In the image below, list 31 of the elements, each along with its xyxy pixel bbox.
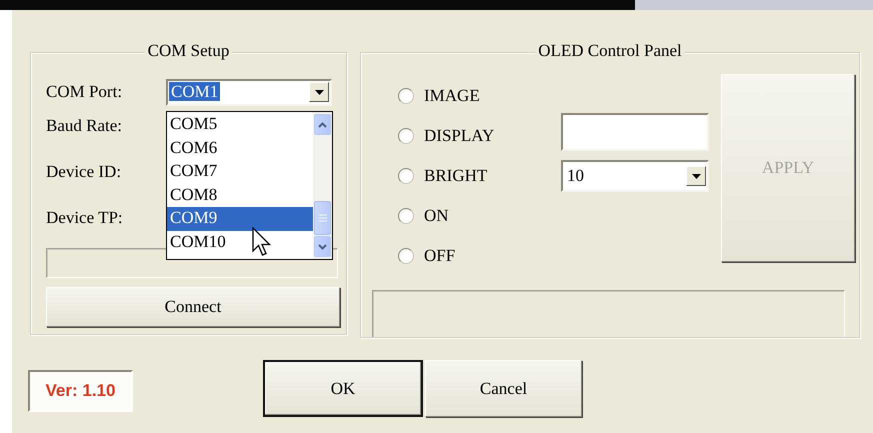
list-item[interactable]: COM6 — [167, 136, 313, 160]
list-item[interactable]: COM5 — [167, 113, 313, 136]
scroll-down-icon[interactable] — [318, 244, 327, 250]
grip-icon — [318, 214, 326, 222]
radio-button[interactable] — [398, 168, 414, 184]
version-label: Ver: 1.10 — [28, 370, 133, 412]
radio-label: OFF — [424, 246, 456, 266]
connect-button[interactable]: Connect — [46, 287, 340, 327]
radio-label: IMAGE — [424, 86, 481, 106]
radio-button[interactable] — [398, 208, 414, 224]
list-item[interactable]: COM10 — [167, 230, 313, 254]
scrollbar[interactable] — [313, 112, 332, 259]
radio-button[interactable] — [398, 128, 414, 144]
field-label: Baud Rate: — [46, 116, 124, 136]
radio-label: ON — [424, 206, 450, 226]
com-port-dropdown[interactable]: COM1 — [166, 78, 332, 106]
display-text-field[interactable] — [561, 113, 709, 151]
field-label: COM Port: — [46, 82, 124, 102]
radio-label: BRIGHT — [424, 166, 488, 186]
field-label: Device TP: — [46, 208, 124, 228]
list-item[interactable]: COM7 — [167, 160, 313, 184]
radio-button[interactable] — [398, 248, 414, 264]
list-item[interactable]: COM8 — [167, 184, 313, 207]
cancel-button[interactable]: Cancel — [425, 360, 582, 417]
list-item[interactable]: COM9 — [167, 207, 313, 230]
radio-button[interactable] — [398, 88, 414, 104]
radio-label: DISPLAY — [424, 126, 496, 146]
scroll-up-icon[interactable] — [318, 122, 327, 128]
bright-dropdown[interactable]: 10 — [561, 160, 709, 192]
ok-button[interactable]: OK — [263, 360, 423, 417]
field-label: Device ID: — [46, 162, 122, 182]
